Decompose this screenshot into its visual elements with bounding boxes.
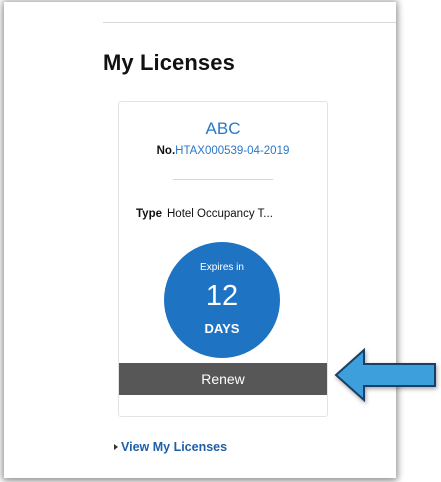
view-my-licenses-link[interactable]: View My Licenses — [114, 440, 227, 454]
license-type-value: Hotel Occupancy T... — [167, 208, 273, 220]
licenses-panel: My Licenses ABC No.HTAX000539-04-2019 Ty… — [4, 2, 396, 478]
license-type-row: Type Hotel Occupancy T... — [136, 208, 273, 220]
license-number-label: No. — [156, 145, 176, 157]
license-type-label: Type — [136, 208, 162, 220]
license-card: ABC No.HTAX000539-04-2019 Type Hotel Occu… — [118, 101, 328, 417]
left-arrow-icon — [334, 347, 436, 403]
callout-arrow-shape — [334, 347, 436, 403]
expiry-badge: Expires in 12 DAYS — [164, 242, 280, 358]
renew-button[interactable]: Renew — [119, 363, 327, 395]
page-title: My Licenses — [103, 50, 235, 75]
expiry-prefix: Expires in — [200, 262, 244, 273]
top-divider — [103, 22, 396, 23]
license-number-value[interactable]: HTAX000539-04-2019 — [175, 145, 289, 157]
caret-right-icon — [114, 443, 118, 450]
license-name[interactable]: ABC — [119, 119, 327, 139]
card-divider — [173, 179, 273, 180]
screenshot-stage: My Licenses ABC No.HTAX000539-04-2019 Ty… — [0, 0, 441, 482]
view-my-licenses-label: View My Licenses — [121, 440, 228, 454]
expiry-count: 12 — [205, 280, 239, 312]
license-number-row: No.HTAX000539-04-2019 — [119, 145, 327, 157]
expiry-unit: DAYS — [204, 321, 240, 336]
